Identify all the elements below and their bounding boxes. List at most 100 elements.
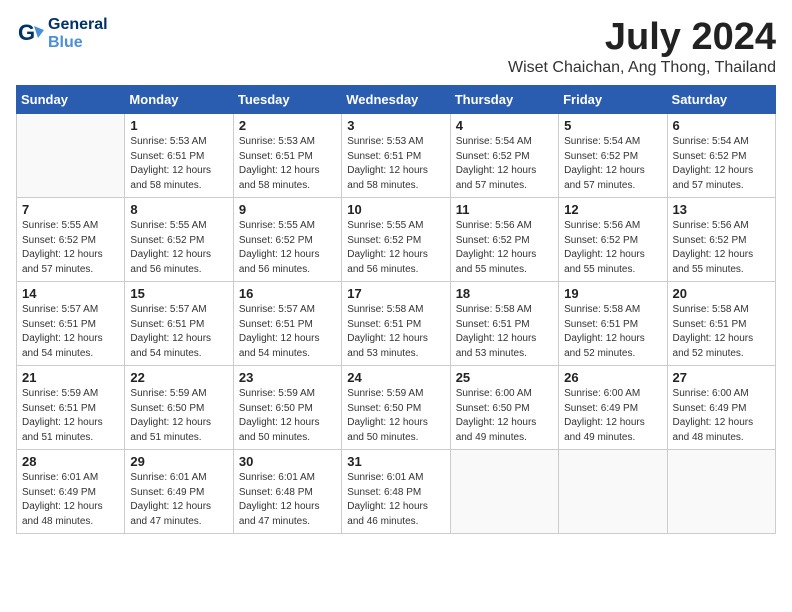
day-info: Sunrise: 5:54 AM Sunset: 6:52 PM Dayligh… (564, 135, 661, 193)
day-number: 11 (456, 202, 553, 217)
calendar-week-row: 28 Sunrise: 6:01 AM Sunset: 6:49 PM Dayli… (17, 450, 776, 534)
day-info: Sunrise: 5:56 AM Sunset: 6:52 PM Dayligh… (673, 219, 770, 277)
calendar-cell: 9 Sunrise: 5:55 AM Sunset: 6:52 PM Daylig… (233, 198, 341, 282)
day-number: 22 (130, 370, 227, 385)
day-info: Sunrise: 5:57 AM Sunset: 6:51 PM Dayligh… (22, 303, 119, 361)
calendar-cell: 27 Sunrise: 6:00 AM Sunset: 6:49 PM Dayli… (667, 366, 775, 450)
weekday-header-saturday: Saturday (667, 86, 775, 114)
day-info: Sunrise: 5:54 AM Sunset: 6:52 PM Dayligh… (456, 135, 553, 193)
calendar-cell: 22 Sunrise: 5:59 AM Sunset: 6:50 PM Dayli… (125, 366, 233, 450)
day-number: 8 (130, 202, 227, 217)
day-number: 15 (130, 286, 227, 301)
day-number: 21 (22, 370, 119, 385)
weekday-header-tuesday: Tuesday (233, 86, 341, 114)
day-number: 23 (239, 370, 336, 385)
day-info: Sunrise: 5:56 AM Sunset: 6:52 PM Dayligh… (456, 219, 553, 277)
day-info: Sunrise: 5:53 AM Sunset: 6:51 PM Dayligh… (239, 135, 336, 193)
day-info: Sunrise: 5:59 AM Sunset: 6:50 PM Dayligh… (239, 387, 336, 445)
calendar-cell: 21 Sunrise: 5:59 AM Sunset: 6:51 PM Dayli… (17, 366, 125, 450)
logo-text-line1: General (48, 16, 108, 34)
calendar-cell: 25 Sunrise: 6:00 AM Sunset: 6:50 PM Dayli… (450, 366, 558, 450)
day-number: 3 (347, 118, 444, 133)
calendar-cell: 7Sunrise: 5:55 AM Sunset: 6:52 PM Daylig… (17, 198, 125, 282)
calendar-cell: 10 Sunrise: 5:55 AM Sunset: 6:52 PM Dayli… (342, 198, 450, 282)
day-number: 14 (22, 286, 119, 301)
calendar-cell: 23 Sunrise: 5:59 AM Sunset: 6:50 PM Dayli… (233, 366, 341, 450)
calendar-week-row: 21 Sunrise: 5:59 AM Sunset: 6:51 PM Dayli… (17, 366, 776, 450)
day-number: 13 (673, 202, 770, 217)
day-number: 24 (347, 370, 444, 385)
day-info: Sunrise: 5:57 AM Sunset: 6:51 PM Dayligh… (130, 303, 227, 361)
calendar-cell: 12 Sunrise: 5:56 AM Sunset: 6:52 PM Dayli… (559, 198, 667, 282)
calendar-cell (559, 450, 667, 534)
day-info: Sunrise: 6:00 AM Sunset: 6:49 PM Dayligh… (673, 387, 770, 445)
day-number: 6 (673, 118, 770, 133)
day-info: Sunrise: 5:55 AM Sunset: 6:52 PM Dayligh… (130, 219, 227, 277)
page-header: G General Blue July 2024 Wiset Chaichan,… (16, 16, 776, 77)
day-number: 10 (347, 202, 444, 217)
logo-text-line2: Blue (48, 34, 108, 52)
day-info: Sunrise: 5:56 AM Sunset: 6:52 PM Dayligh… (564, 219, 661, 277)
weekday-header-monday: Monday (125, 86, 233, 114)
calendar-cell: 15 Sunrise: 5:57 AM Sunset: 6:51 PM Dayli… (125, 282, 233, 366)
month-title: July 2024 (508, 16, 776, 59)
day-info: Sunrise: 6:01 AM Sunset: 6:48 PM Dayligh… (347, 471, 444, 529)
day-number: 12 (564, 202, 661, 217)
title-area: July 2024 Wiset Chaichan, Ang Thong, Tha… (508, 16, 776, 77)
day-number: 18 (456, 286, 553, 301)
day-number: 31 (347, 454, 444, 469)
calendar-cell: 17 Sunrise: 5:58 AM Sunset: 6:51 PM Dayli… (342, 282, 450, 366)
day-number: 16 (239, 286, 336, 301)
day-info: Sunrise: 5:55 AM Sunset: 6:52 PM Dayligh… (347, 219, 444, 277)
logo-icon: G (16, 20, 44, 48)
day-info: Sunrise: 6:01 AM Sunset: 6:48 PM Dayligh… (239, 471, 336, 529)
calendar-cell: 8 Sunrise: 5:55 AM Sunset: 6:52 PM Daylig… (125, 198, 233, 282)
calendar-cell: 14 Sunrise: 5:57 AM Sunset: 6:51 PM Dayli… (17, 282, 125, 366)
day-number: 17 (347, 286, 444, 301)
day-info: Sunrise: 6:01 AM Sunset: 6:49 PM Dayligh… (22, 471, 119, 529)
calendar-cell: 18 Sunrise: 5:58 AM Sunset: 6:51 PM Dayli… (450, 282, 558, 366)
calendar-cell: 6 Sunrise: 5:54 AM Sunset: 6:52 PM Daylig… (667, 114, 775, 198)
svg-text:G: G (18, 20, 35, 45)
day-number: 9 (239, 202, 336, 217)
calendar-cell: 19 Sunrise: 5:58 AM Sunset: 6:51 PM Dayli… (559, 282, 667, 366)
calendar-cell: 1Sunrise: 5:53 AM Sunset: 6:51 PM Daylig… (125, 114, 233, 198)
day-number: 5 (564, 118, 661, 133)
day-info: Sunrise: 5:58 AM Sunset: 6:51 PM Dayligh… (347, 303, 444, 361)
day-info: Sunrise: 5:58 AM Sunset: 6:51 PM Dayligh… (456, 303, 553, 361)
calendar-cell: 28 Sunrise: 6:01 AM Sunset: 6:49 PM Dayli… (17, 450, 125, 534)
day-info: Sunrise: 5:55 AM Sunset: 6:52 PM Dayligh… (239, 219, 336, 277)
day-info: Sunrise: 5:59 AM Sunset: 6:50 PM Dayligh… (130, 387, 227, 445)
calendar-cell: 11 Sunrise: 5:56 AM Sunset: 6:52 PM Dayli… (450, 198, 558, 282)
calendar-cell: 3 Sunrise: 5:53 AM Sunset: 6:51 PM Daylig… (342, 114, 450, 198)
calendar-cell (17, 114, 125, 198)
day-info: Sunrise: 5:54 AM Sunset: 6:52 PM Dayligh… (673, 135, 770, 193)
calendar-cell: 24 Sunrise: 5:59 AM Sunset: 6:50 PM Dayli… (342, 366, 450, 450)
calendar-cell (450, 450, 558, 534)
day-number: 2 (239, 118, 336, 133)
day-number: 28 (22, 454, 119, 469)
day-number: 27 (673, 370, 770, 385)
calendar-cell: 16Sunrise: 5:57 AM Sunset: 6:51 PM Dayli… (233, 282, 341, 366)
calendar-week-row: 7 Sunrise: 5:55 AM Sunset: 6:52 PM Daylig… (17, 198, 776, 282)
day-info: Sunrise: 5:58 AM Sunset: 6:51 PM Dayligh… (564, 303, 661, 361)
calendar-cell: 5 Sunrise: 5:54 AM Sunset: 6:52 PM Daylig… (559, 114, 667, 198)
day-info: Sunrise: 6:00 AM Sunset: 6:50 PM Dayligh… (456, 387, 553, 445)
day-info: Sunrise: 5:59 AM Sunset: 6:50 PM Dayligh… (347, 387, 444, 445)
day-info: Sunrise: 6:01 AM Sunset: 6:49 PM Dayligh… (130, 471, 227, 529)
day-number: 19 (564, 286, 661, 301)
calendar-cell: 4Sunrise: 5:54 AM Sunset: 6:52 PM Daylig… (450, 114, 558, 198)
day-number: 7 (22, 202, 119, 217)
calendar-cell: 20Sunrise: 5:58 AM Sunset: 6:51 PM Dayli… (667, 282, 775, 366)
weekday-header-sunday: Sunday (17, 86, 125, 114)
day-number: 25 (456, 370, 553, 385)
calendar-cell: 30Sunrise: 6:01 AM Sunset: 6:48 PM Dayli… (233, 450, 341, 534)
calendar-week-row: 14 Sunrise: 5:57 AM Sunset: 6:51 PM Dayli… (17, 282, 776, 366)
day-info: Sunrise: 5:59 AM Sunset: 6:51 PM Dayligh… (22, 387, 119, 445)
day-number: 20 (673, 286, 770, 301)
calendar-table: SundayMondayTuesdayWednesdayThursdayFrid… (16, 85, 776, 534)
weekday-header-thursday: Thursday (450, 86, 558, 114)
calendar-cell (667, 450, 775, 534)
calendar-cell: 13 Sunrise: 5:56 AM Sunset: 6:52 PM Dayli… (667, 198, 775, 282)
day-info: Sunrise: 5:53 AM Sunset: 6:51 PM Dayligh… (347, 135, 444, 193)
